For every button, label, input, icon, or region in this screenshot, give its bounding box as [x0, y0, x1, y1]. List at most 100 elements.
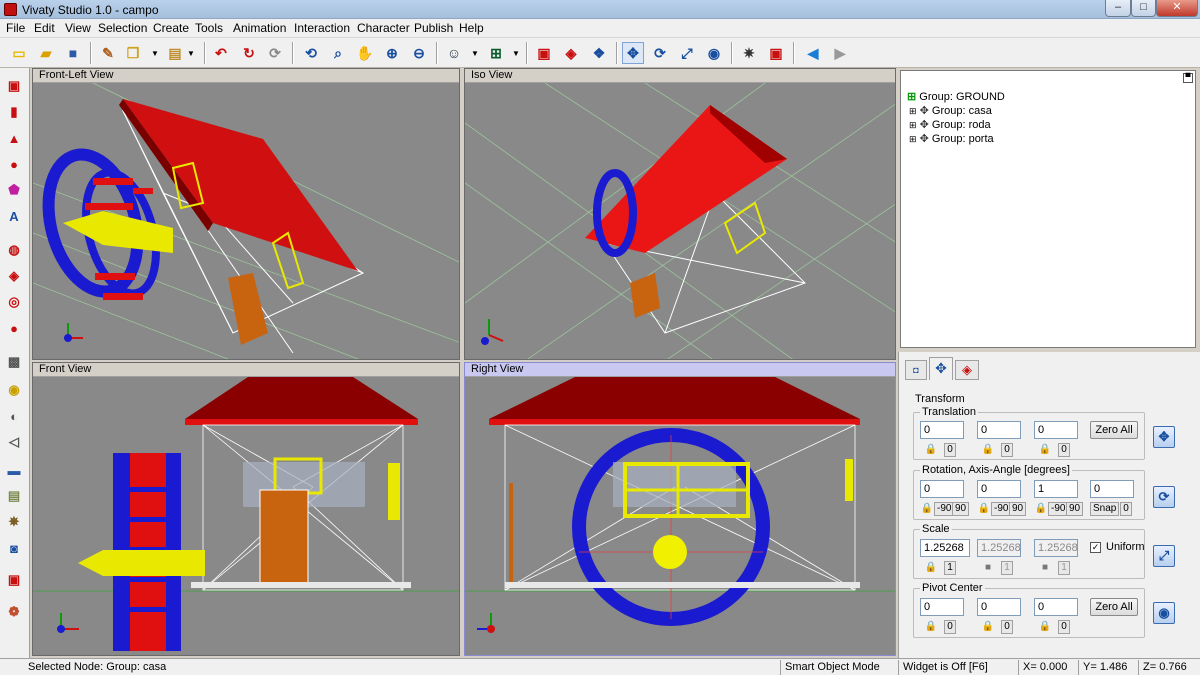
- uniform-checkbox[interactable]: ✓: [1090, 542, 1101, 553]
- texture-icon[interactable]: ▣: [765, 42, 787, 64]
- material-tab[interactable]: ◈: [955, 360, 979, 380]
- chevron-down-icon[interactable]: ▼: [150, 42, 160, 64]
- brain-script-icon[interactable]: ❁: [4, 602, 24, 622]
- viewport-front-left[interactable]: Front-Left View: [32, 68, 460, 360]
- cone-icon[interactable]: ▲: [4, 128, 24, 148]
- right-scene[interactable]: [465, 377, 896, 656]
- lock-icon[interactable]: 🔒: [924, 443, 938, 457]
- undo-icon[interactable]: ↶: [210, 42, 232, 64]
- material-icon[interactable]: ◈: [560, 42, 582, 64]
- paint-icon[interactable]: ✎: [97, 42, 119, 64]
- lock-icon[interactable]: 🔒: [981, 620, 995, 634]
- lock-icon[interactable]: 🔒: [1034, 502, 1048, 516]
- repeat-icon[interactable]: ⟳: [264, 42, 286, 64]
- rotation-snap-button[interactable]: Snap: [1090, 502, 1120, 516]
- cubes-icon[interactable]: ❖: [588, 42, 610, 64]
- pivot-z-input[interactable]: 0: [1034, 598, 1078, 616]
- tree-node-porta[interactable]: ⊞ ✥ Group: porta: [909, 132, 994, 145]
- sphere-icon[interactable]: ●: [4, 154, 24, 174]
- orbit-icon[interactable]: ⟲: [300, 42, 322, 64]
- menu-tools[interactable]: Tools: [195, 21, 223, 35]
- rotation-y-input[interactable]: 0: [977, 480, 1021, 498]
- move-icon[interactable]: ✥: [622, 42, 644, 64]
- menu-file[interactable]: File: [6, 21, 25, 35]
- rotation-z-plus90[interactable]: 90: [1066, 502, 1084, 516]
- open-icon[interactable]: ▰: [35, 42, 57, 64]
- new-icon[interactable]: ▭: [8, 42, 30, 64]
- tree-node-casa[interactable]: ⊞ ✥ Group: casa: [909, 104, 992, 117]
- redo-icon[interactable]: ↻: [238, 42, 260, 64]
- lock-icon[interactable]: 🔒: [924, 620, 938, 634]
- translation-z-input[interactable]: 0: [1034, 421, 1078, 439]
- extrusion-icon[interactable]: ⬟: [4, 180, 24, 200]
- expand-icon[interactable]: ⊞: [909, 106, 917, 116]
- zoom-out-icon[interactable]: ⊖: [408, 42, 430, 64]
- node-tab[interactable]: ◘: [905, 360, 927, 380]
- transform-tab[interactable]: ✥: [929, 357, 953, 380]
- camera-icon[interactable]: ▩: [4, 352, 24, 372]
- pivot-x-input[interactable]: 0: [920, 598, 964, 616]
- fog-icon[interactable]: ▤: [4, 486, 24, 506]
- rotate-widget-button[interactable]: ⟳: [1153, 486, 1175, 508]
- zoom-in-icon[interactable]: ⊕: [381, 42, 403, 64]
- box-icon[interactable]: ▣: [533, 42, 555, 64]
- pivot-zero-all-button[interactable]: Zero All: [1090, 598, 1138, 616]
- close-button[interactable]: ✕: [1156, 0, 1198, 17]
- pivot-z-snap[interactable]: 0: [1058, 620, 1070, 634]
- clipboard-icon[interactable]: ▤: [164, 42, 186, 64]
- paste-icon[interactable]: ❐: [122, 42, 144, 64]
- menu-edit[interactable]: Edit: [34, 21, 55, 35]
- lock-icon[interactable]: 🔒: [981, 443, 995, 457]
- viewport-right[interactable]: Right View: [464, 362, 896, 656]
- menu-publish[interactable]: Publish: [414, 21, 453, 35]
- rotation-z-input[interactable]: 1: [1034, 480, 1078, 498]
- viewport-front[interactable]: Front View: [32, 362, 460, 656]
- translation-y-snap[interactable]: 0: [1001, 443, 1013, 457]
- expand-icon[interactable]: ⊞: [909, 120, 917, 130]
- group-icon[interactable]: ◍: [4, 240, 24, 260]
- maximize-button[interactable]: □: [1131, 0, 1156, 17]
- viewport-iso[interactable]: Iso View: [464, 68, 896, 360]
- menu-help[interactable]: Help: [459, 21, 484, 35]
- anchor-icon[interactable]: ●: [4, 318, 24, 338]
- background-icon[interactable]: ▬: [4, 460, 24, 480]
- translation-y-input[interactable]: 0: [977, 421, 1021, 439]
- menu-create[interactable]: Create: [153, 21, 189, 35]
- menu-interaction[interactable]: Interaction: [294, 21, 350, 35]
- box-icon[interactable]: ▣: [4, 76, 24, 96]
- translation-x-snap[interactable]: 0: [944, 443, 956, 457]
- light-bulb-icon[interactable]: ◉: [4, 380, 24, 400]
- zoom-icon[interactable]: ⌕: [327, 42, 349, 64]
- rotation-snap-value[interactable]: 0: [1120, 502, 1132, 516]
- minimize-button[interactable]: –: [1105, 0, 1131, 17]
- lock-icon[interactable]: 🔒: [1038, 620, 1052, 634]
- tree-node-roda[interactable]: ⊞ ✥ Group: roda: [909, 118, 991, 131]
- pan-hand-icon[interactable]: ✋: [354, 42, 376, 64]
- rotate-icon[interactable]: ⟳: [649, 42, 671, 64]
- center-icon[interactable]: ◉: [703, 42, 725, 64]
- panel-menu-icon[interactable]: ▀: [1183, 73, 1193, 83]
- scale-x-snap[interactable]: 1: [944, 561, 956, 575]
- translation-zero-all-button[interactable]: Zero All: [1090, 421, 1138, 439]
- navigation-icon[interactable]: ✵: [4, 512, 24, 532]
- save-icon[interactable]: ■: [62, 42, 84, 64]
- menu-animation[interactable]: Animation: [233, 21, 286, 35]
- rotation-x-input[interactable]: 0: [920, 480, 964, 498]
- lock-icon[interactable]: 🔒: [924, 561, 938, 575]
- chevron-down-icon[interactable]: ▼: [511, 42, 521, 64]
- scale-x-input[interactable]: 1.25268: [920, 539, 970, 557]
- lock-icon[interactable]: 🔒: [977, 502, 991, 516]
- lock-icon[interactable]: 🔒: [920, 502, 934, 516]
- light-icon[interactable]: ✷: [738, 42, 760, 64]
- lock-icon[interactable]: 🔒: [1038, 443, 1052, 457]
- cylinder-icon[interactable]: ▮: [4, 102, 24, 122]
- front-scene[interactable]: [33, 377, 460, 656]
- pivot-y-input[interactable]: 0: [977, 598, 1021, 616]
- back-arrow-icon[interactable]: ◀: [802, 42, 824, 64]
- avatar-icon[interactable]: ☺: [443, 42, 465, 64]
- sensor-icon[interactable]: ▣: [4, 570, 24, 590]
- menu-character[interactable]: Character: [357, 21, 410, 35]
- pivot-widget-button[interactable]: ◉: [1153, 602, 1175, 624]
- expand-icon[interactable]: ⊞: [909, 134, 917, 144]
- scale-icon[interactable]: ⤢: [676, 42, 698, 64]
